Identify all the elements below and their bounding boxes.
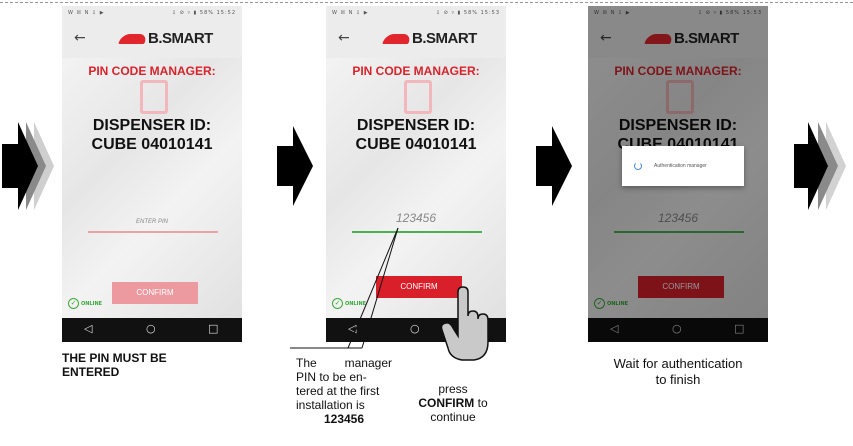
online-indicator: ✓ ONLINE: [68, 298, 102, 309]
step2b-caption-press: press: [438, 382, 468, 396]
callout-line-a: [347, 227, 399, 349]
authentication-dialog: Authentication manager: [622, 146, 744, 186]
back-arrow-icon[interactable]: ←: [338, 30, 350, 46]
logo-mark-icon: [118, 34, 148, 45]
page-title: PIN CODE MANAGER:: [88, 64, 216, 78]
check-circle-icon: ✓: [68, 298, 79, 309]
callout-line-b: [361, 227, 399, 349]
step1-caption-line1: THE PIN MUST BE: [62, 351, 167, 365]
arrow-main: [277, 126, 313, 206]
status-bar: W ☒ N ⇩ ▶ ⇩ ⊘ ▿ ▮ 58% 15:53: [326, 6, 506, 20]
app-bar: ← B.SMART: [326, 20, 506, 58]
page-title: PIN CODE MANAGER:: [352, 64, 480, 78]
step2-caption-pin: 123456: [323, 412, 365, 426]
hand-shape: [440, 286, 489, 361]
step2b-caption-to: to: [477, 396, 488, 410]
status-icons-right: ⇩ ⊘ ▿ ▮ 58% 15:53: [435, 10, 500, 16]
step1-caption-line2: ENTERED: [62, 365, 120, 379]
dashed-separator: [0, 2, 853, 3]
nav-home-icon[interactable]: ○: [146, 322, 156, 335]
logo-text: B.SMART: [148, 30, 213, 47]
step3-caption: Wait for authentication to finish: [588, 356, 768, 388]
status-bar: W ☒ N ⇩ ▶ ⇩ ⊘ ▿ ▮ 58% 15:52: [62, 6, 242, 20]
step2-caption-line4: installation is: [296, 398, 365, 412]
arrow-main: [536, 126, 572, 206]
flow-arrow-2: [277, 126, 313, 206]
status-icons-left: W ☒ N ⇩ ▶: [332, 10, 369, 16]
logo-text: B.SMART: [412, 30, 477, 47]
loading-spinner-icon: [634, 162, 642, 170]
phone-screen-1: W ☒ N ⇩ ▶ ⇩ ⊘ ▿ ▮ 58% 15:52 ← B.SMART PI…: [62, 6, 242, 342]
phone-screen-3: W ☒ N ⇩ ▶ ⇩ ⊘ ▿ ▮ 58% 15:53 ← B.SMART PI…: [588, 6, 768, 342]
step2b-caption-continue: continue: [430, 410, 476, 424]
step2-caption: The manager PIN to be en- tered at the f…: [296, 356, 392, 426]
fuel-pump-icon: [140, 80, 168, 114]
step3-caption-line2: to finish: [655, 372, 701, 387]
step2-caption-line3: tered at the first: [296, 384, 380, 398]
nav-recent-icon[interactable]: □: [208, 322, 218, 335]
online-label: ONLINE: [81, 301, 103, 307]
bsmart-logo: B.SMART: [382, 30, 477, 47]
nav-back-icon[interactable]: ◁: [84, 322, 92, 335]
pin-input-underline: [88, 231, 218, 233]
android-nav-bar: ◁ ○ □: [62, 318, 242, 342]
logo-mark-icon: [382, 34, 412, 45]
step3-caption-line1: Wait for authentication: [613, 356, 743, 371]
arrow-main: [2, 122, 38, 210]
step2b-caption-confirm: CONFIRM: [418, 396, 475, 410]
dispenser-id: DISPENSER ID: CUBE 04010141: [326, 116, 506, 154]
status-icons-left: W ☒ N ⇩ ▶: [68, 10, 105, 16]
step2-caption-the: The: [296, 356, 317, 370]
dispenser-id-label: DISPENSER ID:: [92, 117, 212, 134]
step2-caption-line1: The manager: [296, 356, 392, 370]
step2b-caption: press CONFIRM to continue: [398, 382, 508, 424]
app-bar: ← B.SMART: [62, 20, 242, 58]
callout-lines: [290, 227, 399, 349]
back-arrow-icon[interactable]: ←: [74, 30, 86, 46]
dispenser-id: DISPENSER ID: CUBE 04010141: [62, 116, 242, 154]
pin-input[interactable]: ENTER PIN: [62, 219, 242, 225]
bsmart-logo: B.SMART: [118, 30, 213, 47]
fuel-pump-icon: [404, 80, 432, 114]
status-icons-right: ⇩ ⊘ ▿ ▮ 58% 15:52: [171, 10, 236, 16]
hand-pointer-icon: [440, 286, 489, 361]
step2b-caption-line2: CONFIRM to: [398, 396, 508, 410]
dispenser-id-value: CUBE 04010141: [355, 136, 477, 153]
confirm-button[interactable]: CONFIRM: [112, 282, 198, 304]
dispenser-id-label: DISPENSER ID:: [356, 117, 476, 134]
step2-caption-manager: manager: [344, 356, 392, 370]
flow-arrow-3: [536, 126, 572, 206]
dialog-text: Authentication manager: [654, 163, 707, 169]
step1-caption: THE PIN MUST BE ENTERED: [62, 351, 167, 379]
flow-arrow-stacked-right: [794, 122, 846, 210]
step2-caption-line2: PIN to be en-: [296, 370, 367, 384]
dispenser-id-value: CUBE 04010141: [91, 136, 213, 153]
flow-arrow-stacked-left: [2, 122, 54, 210]
